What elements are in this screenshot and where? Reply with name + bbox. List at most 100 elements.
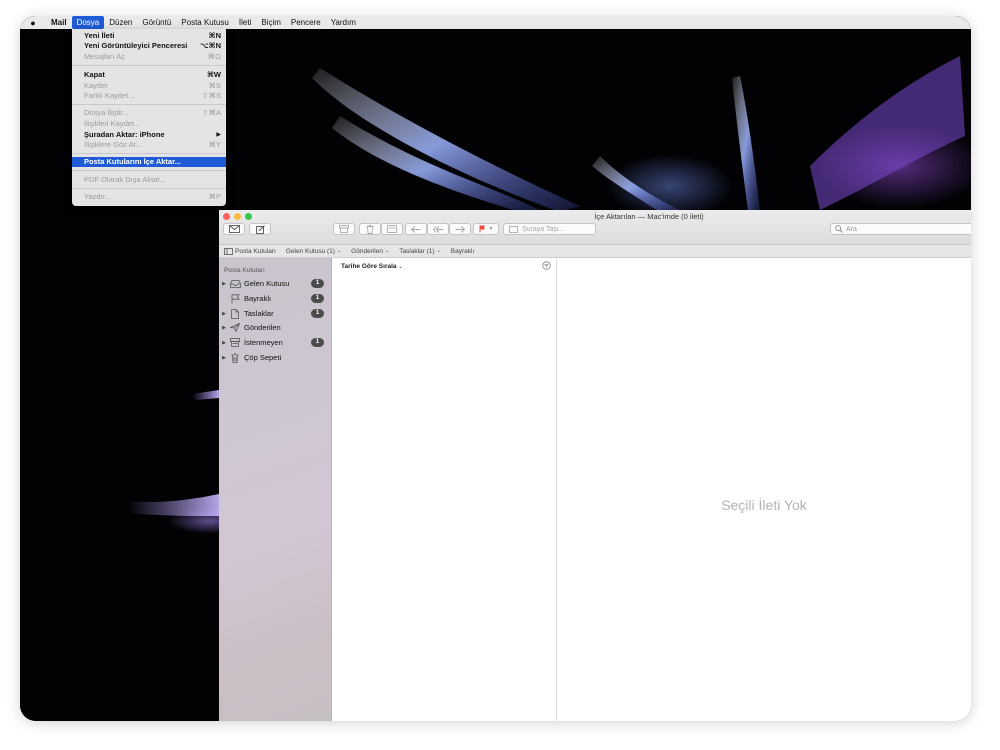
menu-pencere[interactable]: Pencere (286, 16, 326, 29)
flag-icon (231, 293, 240, 303)
compose-icon (255, 224, 265, 234)
menu-yardim[interactable]: Yardım (326, 16, 361, 29)
menu-bar: ● Mail Dosya Düzen Görüntü Posta Kutusu … (20, 16, 971, 29)
favorites-drafts-button[interactable]: Taslaklar (1) ⌄ (394, 248, 446, 255)
compose-button[interactable] (249, 223, 271, 235)
document-icon (231, 308, 239, 319)
sidebar-item-sent[interactable]: ▶ Gönderilen (219, 321, 331, 334)
menu-import-mailboxes[interactable]: Posta Kutularını İçe Aktar... (72, 157, 226, 167)
search-icon (835, 225, 843, 233)
flag-icon (479, 225, 485, 233)
favorites-inbox-label: Gelen Kutusu (1) (285, 247, 335, 255)
favorites-mailboxes-button[interactable]: Posta Kutuları (219, 248, 281, 255)
menu-mail[interactable]: Mail (46, 16, 72, 29)
junk-icon (387, 225, 397, 233)
favorites-drafts-label: Taslaklar (1) (399, 247, 435, 255)
menu-bicim[interactable]: Biçim (256, 16, 286, 29)
menu-ileti[interactable]: İleti (234, 16, 256, 29)
sidebar-item-label: Çöp Sepeti (244, 353, 282, 362)
favorites-sent-label: Gönderilen (351, 247, 383, 255)
sidebar-item-inbox[interactable]: ▶ Gelen Kutusu 1 (219, 277, 331, 290)
trash-icon (231, 352, 239, 363)
sidebar-item-junk[interactable]: ▶ İstenmeyen 1 (219, 336, 331, 349)
screen: ● Mail Dosya Düzen Görüntü Posta Kutusu … (20, 16, 971, 721)
sidebar-item-flagged[interactable]: Bayraklı 1 (219, 292, 331, 305)
chevron-down-icon: ⌄ (336, 248, 342, 254)
menu-separator (72, 188, 226, 189)
menu-save-as: Farklı Kaydet... ⇧⌘S (84, 91, 221, 100)
minimize-window-button[interactable] (234, 213, 241, 220)
sidebar-heading: Posta Kutuları (224, 267, 265, 274)
menu-goruntu[interactable]: Görüntü (137, 16, 176, 29)
sidebar-item-label: Gönderilen (244, 323, 281, 332)
menu-save: Kaydet ⌘S (84, 81, 221, 90)
disclosure-triangle-icon[interactable]: ▶ (219, 355, 229, 361)
search-field[interactable]: Ara (830, 223, 971, 235)
reply-icon (411, 225, 421, 233)
zoom-window-button[interactable] (245, 213, 252, 220)
archive-button[interactable] (333, 223, 355, 235)
flag-menu-button[interactable]: ▼ (473, 223, 499, 235)
sidebar-item-drafts[interactable]: ▶ Taslaklar 1 (219, 307, 331, 320)
filter-icon[interactable] (542, 261, 551, 270)
move-to-field[interactable]: Şuraya Taşı... (503, 223, 596, 235)
reply-all-button[interactable] (427, 223, 449, 235)
sidebar-item-trash[interactable]: ▶ Çöp Sepeti (219, 351, 331, 364)
sidebar-toggle-icon (224, 247, 233, 255)
favorites-flagged-button[interactable]: Bayraklı (446, 248, 479, 255)
sort-label: Tarihe Göre Sırala (341, 263, 397, 270)
move-to-icon (509, 225, 518, 233)
reply-all-icon (432, 225, 443, 233)
get-mail-button[interactable] (223, 223, 245, 235)
move-to-placeholder: Şuraya Taşı... (522, 225, 565, 233)
menu-quick-look-attachments: İlişiklere Göz At... ⌘Y (84, 140, 221, 149)
favorites-mailboxes-label: Posta Kutuları (235, 247, 276, 255)
disclosure-triangle-icon[interactable]: ▶ (219, 325, 229, 331)
menu-posta-kutusu[interactable]: Posta Kutusu (176, 16, 234, 29)
archive-icon (339, 225, 349, 233)
menu-save-attachments: İlişikleri Kaydet... (84, 119, 141, 128)
inbox-icon (229, 279, 241, 288)
chevron-down-icon: ⌄ (436, 248, 441, 254)
close-window-button[interactable] (223, 213, 230, 220)
paper-plane-icon (230, 323, 240, 332)
favorites-flagged-label: Bayraklı (450, 247, 475, 255)
delete-button[interactable] (359, 223, 381, 235)
favorites-inbox-button[interactable]: Gelen Kutusu (1) ⌄ (281, 248, 346, 255)
menu-import-from-iphone[interactable]: Şuradan Aktar: iPhone ▶ (72, 130, 226, 140)
unread-count-badge: 1 (311, 279, 324, 288)
chevron-down-icon: ⌄ (398, 264, 403, 270)
unread-count-badge: 1 (311, 338, 324, 347)
message-viewer: Seçili İleti Yok (557, 258, 971, 721)
menu-duzen[interactable]: Düzen (104, 16, 137, 29)
disclosure-triangle-icon[interactable]: ▶ (219, 311, 229, 317)
disclosure-triangle-icon[interactable]: ▶ (219, 340, 229, 346)
menu-export-pdf: PDF Olarak Dışa Aktar... (84, 175, 166, 184)
apple-logo-icon[interactable]: ● (20, 18, 46, 28)
menu-separator (72, 170, 226, 171)
menu-open-messages: Mesajları Aç ⌘O (84, 52, 221, 61)
menu-attach-file: Dosya İliştir... ⇧⌘A (84, 108, 221, 117)
junk-button[interactable] (381, 223, 403, 235)
forward-icon (455, 225, 465, 233)
envelope-icon (228, 225, 240, 233)
junk-icon (230, 338, 240, 347)
mailbox-sidebar: Posta Kutuları ▶ Gelen Kutusu 1 Bayraklı… (219, 258, 332, 721)
sort-menu-button[interactable]: Tarihe Göre Sırala ⌄ (341, 263, 403, 270)
menu-separator (72, 65, 226, 66)
reply-button[interactable] (405, 223, 427, 235)
title-bar: İçe Aktarılan — Mac'imde (0 ileti) ▼ Şur… (219, 210, 971, 245)
forward-button[interactable] (449, 223, 471, 235)
menu-print: Yazdır... ⌘P (84, 192, 221, 201)
favorites-sent-button[interactable]: Gönderilen ⌄ (346, 248, 394, 255)
disclosure-triangle-icon[interactable]: ▶ (219, 281, 229, 287)
menu-separator (72, 153, 226, 154)
file-menu-dropdown: Yeni İleti ⌘N Yeni Görüntüleyici Penceres… (72, 29, 226, 206)
menu-close[interactable]: Kapat ⌘W (72, 70, 226, 80)
unread-count-badge: 1 (311, 294, 324, 303)
menu-new-viewer-window[interactable]: Yeni Görüntüleyici Penceresi ⌥⌘N (72, 41, 226, 51)
menu-dosya[interactable]: Dosya (71, 16, 105, 29)
trash-icon (366, 224, 374, 234)
menu-new-message[interactable]: Yeni İleti ⌘N (72, 31, 226, 41)
menu-separator (72, 104, 226, 105)
